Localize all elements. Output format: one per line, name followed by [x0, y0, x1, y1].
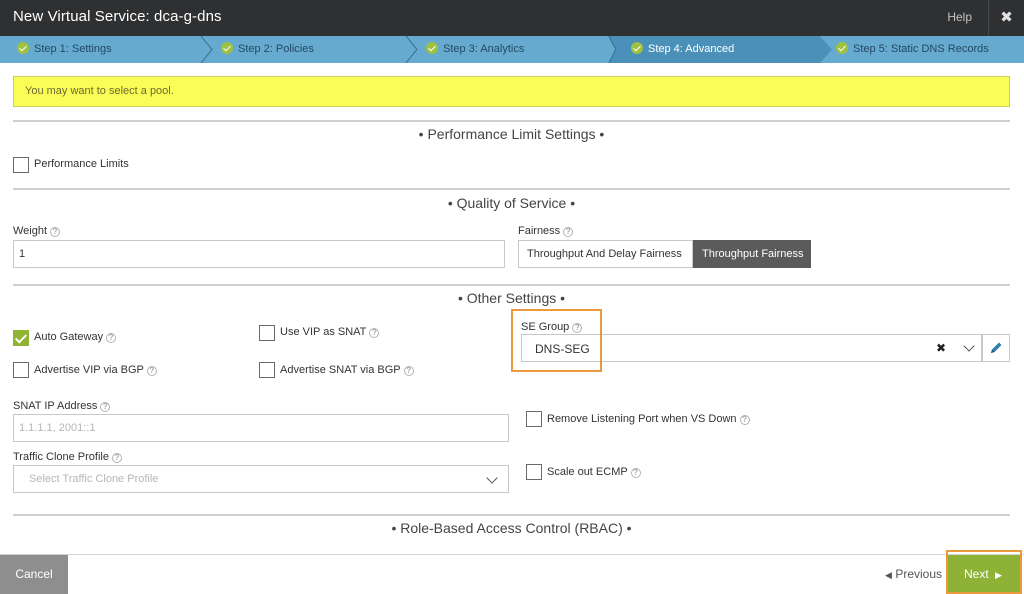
use-vip-snat-checkbox[interactable]	[259, 325, 275, 341]
check-circle-icon	[631, 42, 643, 54]
step-label: Step 4: Advanced	[648, 43, 735, 55]
cancel-button[interactable]: Cancel	[0, 555, 68, 594]
help-link[interactable]: Help	[947, 10, 972, 24]
help-icon[interactable]: ?	[739, 415, 750, 425]
clear-icon[interactable]: ✖	[936, 341, 946, 355]
caret-left-icon: ◀	[885, 570, 892, 580]
performance-limits-label: Performance Limits	[34, 158, 129, 170]
scale-out-ecmp-checkbox[interactable]	[526, 464, 542, 480]
se-group-highlight	[511, 309, 602, 372]
step-label: Step 1: Settings	[34, 43, 112, 55]
traffic-clone-label: Traffic Clone Profile?	[13, 451, 122, 463]
section-divider	[13, 514, 1010, 516]
section-divider	[13, 120, 1010, 122]
warning-banner: You may want to select a pool.	[13, 76, 1010, 107]
step-label: Step 5: Static DNS Records	[853, 43, 989, 55]
previous-button[interactable]: ◀ Previous	[885, 567, 942, 581]
section-title-qos: • Quality of Service •	[447, 195, 576, 211]
section-divider	[13, 188, 1010, 190]
traffic-clone-placeholder: Select Traffic Clone Profile	[29, 473, 159, 485]
help-icon[interactable]: ?	[563, 227, 574, 237]
step-settings[interactable]: Step 1: Settings	[0, 36, 206, 63]
performance-limits-checkbox[interactable]	[13, 157, 29, 173]
weight-label: Weight?	[13, 225, 61, 237]
advertise-vip-checkbox[interactable]	[13, 362, 29, 378]
advertise-vip-label: Advertise VIP via BGP?	[34, 364, 157, 376]
step-policies[interactable]: Step 2: Policies	[206, 36, 412, 63]
chevron-down-icon[interactable]	[963, 340, 975, 352]
advertise-snat-checkbox[interactable]	[259, 362, 275, 378]
edit-se-group-button[interactable]	[982, 334, 1010, 362]
snat-ip-label: SNAT IP Address?	[13, 400, 111, 412]
section-title-rbac: • Role-Based Access Control (RBAC) •	[391, 520, 632, 536]
help-icon[interactable]: ?	[106, 333, 117, 343]
advertise-snat-label: Advertise SNAT via BGP?	[280, 364, 414, 376]
section-title-performance: • Performance Limit Settings •	[418, 126, 605, 142]
step-label: Step 3: Analytics	[443, 43, 525, 55]
fairness-option-delay[interactable]: Throughput And Delay Fairness	[518, 240, 693, 268]
step-label: Step 2: Policies	[238, 43, 314, 55]
use-vip-snat-label: Use VIP as SNAT?	[280, 326, 380, 338]
remove-listening-port-label: Remove Listening Port when VS Down?	[547, 413, 750, 425]
fairness-label: Fairness?	[518, 225, 574, 237]
help-icon[interactable]: ?	[630, 468, 641, 478]
check-circle-icon	[426, 42, 438, 54]
section-title-other: • Other Settings •	[457, 290, 566, 306]
check-circle-icon	[836, 42, 848, 54]
next-highlight	[946, 550, 1022, 594]
help-icon[interactable]: ?	[369, 328, 380, 338]
step-analytics[interactable]: Step 3: Analytics	[412, 36, 615, 63]
close-icon[interactable]: ✖	[988, 0, 1024, 36]
chevron-down-icon[interactable]	[486, 472, 498, 484]
wizard-footer: Cancel ◀ Previous Next ▶	[0, 554, 1024, 594]
help-icon[interactable]: ?	[50, 227, 61, 237]
help-icon[interactable]: ?	[100, 402, 111, 412]
section-divider	[13, 284, 1010, 286]
auto-gateway-label: Auto Gateway?	[34, 331, 117, 343]
help-icon[interactable]: ?	[403, 366, 414, 376]
check-circle-icon	[17, 42, 29, 54]
help-icon[interactable]: ?	[146, 366, 157, 376]
dialog-title: New Virtual Service: dca-g-dns	[13, 8, 222, 25]
title-bar: New Virtual Service: dca-g-dns Help ✖	[0, 0, 1024, 36]
fairness-option-throughput[interactable]: Throughput Fairness	[693, 240, 811, 268]
check-circle-icon	[221, 42, 233, 54]
help-icon[interactable]: ?	[111, 453, 122, 463]
snat-ip-input[interactable]: 1.1.1.1, 2001::1	[13, 414, 509, 442]
scale-out-ecmp-label: Scale out ECMP?	[547, 466, 641, 478]
weight-input[interactable]: 1	[13, 240, 505, 268]
auto-gateway-checkbox[interactable]	[13, 330, 29, 346]
remove-listening-port-checkbox[interactable]	[526, 411, 542, 427]
step-advanced[interactable]: Step 4: Advanced	[615, 36, 820, 63]
wizard-steps: Step 1: Settings Step 2: Policies Step 3…	[0, 36, 1024, 63]
traffic-clone-select[interactable]: Select Traffic Clone Profile	[13, 465, 509, 493]
step-separator	[608, 36, 617, 63]
pencil-icon	[991, 342, 1002, 353]
step-static-dns[interactable]: Step 5: Static DNS Records	[832, 36, 1024, 63]
